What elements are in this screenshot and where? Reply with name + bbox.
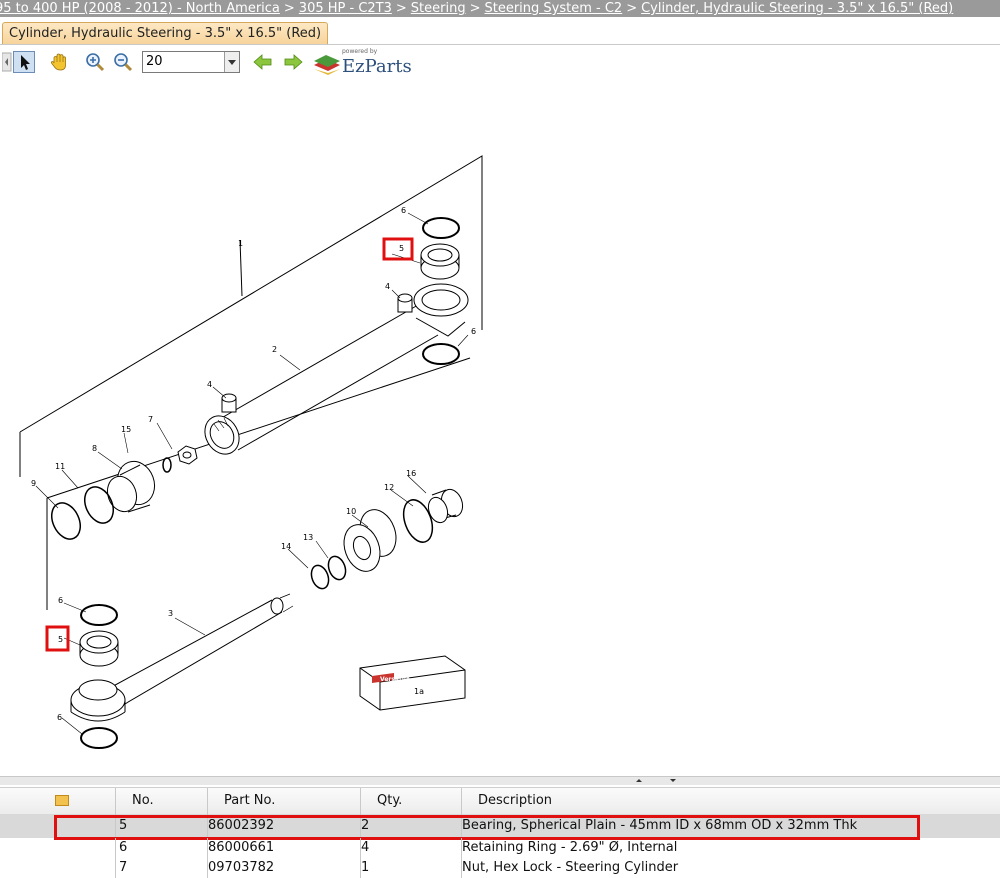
bearing-bottom bbox=[79, 630, 119, 667]
breadcrumb-link-steering[interactable]: Steering bbox=[411, 1, 466, 16]
port-fitting bbox=[221, 293, 413, 413]
header-description[interactable]: Description bbox=[461, 788, 1000, 814]
row-part-no: 09703782 bbox=[207, 858, 360, 878]
callout-6[interactable]: 6 bbox=[401, 206, 406, 215]
folder-icon bbox=[55, 795, 69, 806]
seal-kit-box: Versatile bbox=[359, 655, 466, 711]
callout-16[interactable]: 16 bbox=[406, 469, 416, 478]
row-qty: 4 bbox=[360, 838, 461, 858]
bearing-top bbox=[420, 243, 460, 280]
zoom-out-icon[interactable] bbox=[112, 51, 134, 73]
breadcrumb-separator: > bbox=[395, 1, 407, 16]
callout-15[interactable]: 15 bbox=[121, 425, 131, 434]
cylinder-barrel bbox=[204, 304, 439, 455]
breadcrumb-separator: > bbox=[283, 1, 295, 16]
zoom-level-select[interactable]: 20 bbox=[142, 51, 240, 73]
row-icon-cell bbox=[0, 858, 115, 878]
breadcrumb-separator: > bbox=[469, 1, 481, 16]
o-ring bbox=[162, 457, 172, 473]
row-no: 6 bbox=[115, 838, 207, 858]
row-no: 7 bbox=[115, 858, 207, 878]
zoom-in-icon[interactable] bbox=[84, 51, 106, 73]
kit-brand-text: Versatile bbox=[380, 676, 410, 683]
callout-4[interactable]: 4 bbox=[385, 282, 390, 291]
callout-6[interactable]: 6 bbox=[57, 713, 62, 722]
pan-hand-icon[interactable] bbox=[48, 51, 70, 73]
tab-bar: Cylinder, Hydraulic Steering - 3.5" x 16… bbox=[0, 17, 1000, 45]
callout-10[interactable]: 10 bbox=[346, 507, 356, 516]
next-arrow-icon[interactable] bbox=[282, 51, 304, 73]
ezparts-brand-text: EzParts bbox=[342, 56, 412, 77]
row-description: Retaining Ring - 2.69" Ø, Internal bbox=[461, 838, 1000, 858]
callout-14[interactable]: 14 bbox=[281, 542, 291, 551]
callout-11[interactable]: 11 bbox=[55, 462, 65, 471]
breadcrumb: 95 to 400 HP (2008 - 2012) - North Ameri… bbox=[0, 0, 1000, 17]
header-qty[interactable]: Qty. bbox=[360, 788, 461, 814]
callout-9[interactable]: 9 bbox=[31, 479, 36, 488]
row-part-no: 86000661 bbox=[207, 838, 360, 858]
parts-table: No. Part No. Qty. Description 5 86002392… bbox=[0, 785, 1000, 878]
callout-5[interactable]: 5 bbox=[58, 635, 63, 644]
powered-by-label: powered by bbox=[342, 48, 378, 55]
breadcrumb-link-series[interactable]: 95 to 400 HP (2008 - 2012) - North Ameri… bbox=[0, 1, 280, 16]
table-row[interactable]: 6 86000661 4 Retaining Ring - 2.69" Ø, I… bbox=[0, 838, 1000, 858]
callout-2[interactable]: 2 bbox=[272, 345, 277, 354]
callout-6[interactable]: 6 bbox=[58, 596, 63, 605]
selected-row-highlight bbox=[54, 815, 920, 840]
tab-cylinder[interactable]: Cylinder, Hydraulic Steering - 3.5" x 16… bbox=[2, 22, 329, 44]
ezparts-books-icon bbox=[314, 55, 340, 75]
parts-diagram[interactable]: Versatile 1 2 3 4 4 5 5 6 6 6 6 7 8 9 10… bbox=[0, 82, 1000, 774]
callout-1[interactable]: 1 bbox=[238, 239, 243, 248]
callout-6[interactable]: 6 bbox=[471, 327, 476, 336]
callout-5[interactable]: 5 bbox=[399, 244, 404, 253]
ezparts-logo: powered by EzParts bbox=[312, 48, 422, 78]
breadcrumb-separator: > bbox=[626, 1, 638, 16]
callout-8[interactable]: 8 bbox=[92, 444, 97, 453]
zoom-level-value: 20 bbox=[146, 54, 163, 69]
breadcrumb-link-model[interactable]: 305 HP - C2T3 bbox=[299, 1, 392, 16]
piston-ring bbox=[50, 502, 82, 540]
callout-4[interactable]: 4 bbox=[207, 380, 212, 389]
piston bbox=[106, 460, 156, 513]
breadcrumb-link-steering-system[interactable]: Steering System - C2 bbox=[484, 1, 622, 16]
viewer-toolbar: 20 powered by EzParts bbox=[0, 45, 430, 81]
header-icon-cell bbox=[0, 788, 115, 814]
select-pointer-icon[interactable] bbox=[13, 51, 35, 73]
table-header: No. Part No. Qty. Description bbox=[0, 787, 1000, 815]
breadcrumb-link-cylinder[interactable]: Cylinder, Hydraulic Steering - 3.5" x 16… bbox=[641, 1, 953, 16]
callout-3[interactable]: 3 bbox=[168, 609, 173, 618]
table-row[interactable]: 7 09703782 1 Nut, Hex Lock - Steering Cy… bbox=[0, 858, 1000, 878]
row-description: Nut, Hex Lock - Steering Cylinder bbox=[461, 858, 1000, 878]
toolbar-scroll-left-icon[interactable] bbox=[2, 51, 12, 73]
previous-arrow-icon[interactable] bbox=[252, 51, 274, 73]
leader-line bbox=[239, 239, 243, 297]
chevron-down-icon[interactable] bbox=[224, 52, 239, 72]
callout-13[interactable]: 13 bbox=[303, 533, 313, 542]
panel-splitter[interactable] bbox=[0, 776, 1000, 785]
row-icon-cell bbox=[0, 838, 115, 858]
hex-nut bbox=[177, 445, 198, 465]
splitter-arrows-icon[interactable] bbox=[628, 777, 688, 785]
frame-line bbox=[19, 155, 483, 433]
header-no[interactable]: No. bbox=[115, 788, 207, 814]
row-qty: 1 bbox=[360, 858, 461, 878]
callout-1a[interactable]: 1a bbox=[414, 687, 424, 696]
callout-12[interactable]: 12 bbox=[384, 483, 394, 492]
callout-7[interactable]: 7 bbox=[148, 415, 153, 424]
header-part-no[interactable]: Part No. bbox=[207, 788, 360, 814]
rod-eye-top bbox=[413, 283, 469, 337]
